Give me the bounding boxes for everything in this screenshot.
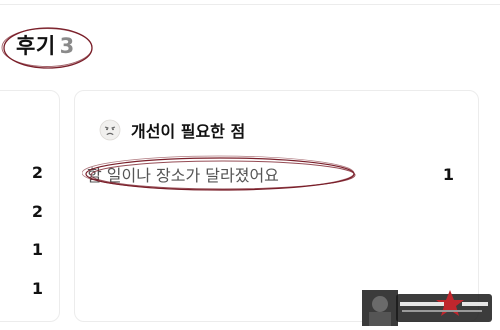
top-divider: [0, 4, 500, 5]
improvement-item-label: 할 일이나 장소가 달라졌어요: [87, 166, 279, 185]
left-count-item: 1: [31, 278, 43, 298]
sad-face-icon: [99, 119, 121, 141]
improvement-item-count: 1: [442, 164, 454, 184]
section-title: 후기 3: [16, 30, 75, 60]
improvement-card-header: 개선이 필요한 점: [99, 118, 245, 142]
watermark-logo: [362, 290, 492, 326]
improvement-card-title: 개선이 필요한 점: [131, 122, 246, 141]
left-count-item: 2: [31, 201, 43, 221]
improvement-item-row: 할 일이나 장소가 달라졌어요 1: [87, 162, 454, 186]
left-count-item: 2: [31, 163, 43, 182]
left-count-list: 2 2 1 1: [32, 163, 43, 317]
section-title-label: 후기: [16, 34, 56, 58]
left-review-card: 2 2 1 1: [0, 90, 60, 322]
left-count-item: 1: [31, 240, 43, 259]
review-count: 3: [59, 34, 75, 58]
